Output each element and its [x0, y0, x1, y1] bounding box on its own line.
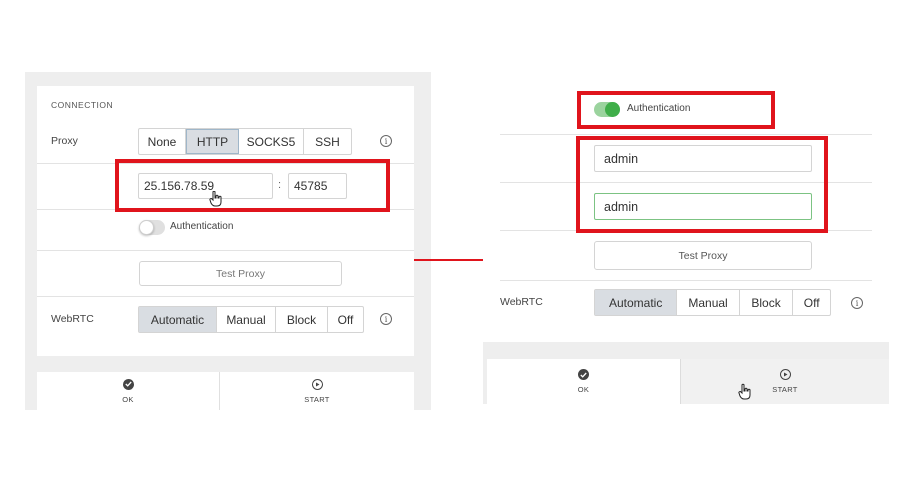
- proxy-option-ssh[interactable]: SSH: [304, 129, 351, 154]
- start-label: START: [304, 394, 330, 404]
- play-circle-icon: [779, 369, 791, 380]
- highlight-credentials: [576, 136, 828, 233]
- play-circle-icon: [311, 378, 323, 390]
- authentication-label: Authentication: [170, 221, 234, 232]
- toggle-knob: [139, 220, 154, 235]
- divider: [500, 280, 872, 281]
- ok-button[interactable]: OK: [37, 372, 220, 410]
- webrtc-option-manual[interactable]: Manual: [217, 307, 276, 332]
- authentication-toggle[interactable]: [139, 220, 165, 235]
- webrtc-info-icon[interactable]: i: [851, 297, 863, 309]
- start-button[interactable]: START: [680, 359, 889, 404]
- ok-label: OK: [577, 385, 590, 394]
- check-circle-icon: [578, 369, 589, 380]
- proxy-label: Proxy: [51, 135, 78, 147]
- right-action-bar: OK START: [487, 359, 889, 404]
- webrtc-label: WebRTC: [51, 313, 94, 325]
- test-proxy-button[interactable]: Test Proxy: [594, 241, 812, 270]
- webrtc-label: WebRTC: [500, 296, 543, 308]
- proxy-type-selector: None HTTP SOCKS5 SSH: [138, 128, 352, 155]
- section-title: CONNECTION: [51, 100, 114, 110]
- start-button[interactable]: START: [220, 372, 414, 410]
- left-connection-card: CONNECTION Proxy None HTTP SOCKS5 SSH i …: [37, 86, 414, 356]
- hand-pointer-icon: [738, 383, 751, 400]
- test-proxy-button[interactable]: Test Proxy: [139, 261, 342, 286]
- proxy-option-none[interactable]: None: [139, 129, 186, 154]
- start-label: START: [772, 385, 798, 394]
- ok-button[interactable]: OK: [487, 359, 680, 404]
- ok-label: OK: [122, 394, 134, 404]
- webrtc-option-automatic[interactable]: Automatic: [595, 290, 678, 315]
- divider: [37, 296, 414, 297]
- divider: [37, 250, 414, 251]
- webrtc-option-block[interactable]: Block: [276, 307, 328, 332]
- proxy-option-http[interactable]: HTTP: [186, 129, 239, 154]
- proxy-info-icon[interactable]: i: [380, 135, 392, 147]
- highlight-authentication-toggle: [577, 91, 775, 129]
- check-circle-icon: [122, 378, 134, 390]
- webrtc-info-icon[interactable]: i: [380, 313, 392, 325]
- left-action-bar: OK START: [37, 372, 414, 410]
- webrtc-mode-selector: Automatic Manual Block Off: [594, 289, 831, 316]
- webrtc-option-off[interactable]: Off: [793, 290, 830, 315]
- webrtc-mode-selector: Automatic Manual Block Off: [138, 306, 364, 333]
- proxy-option-socks5[interactable]: SOCKS5: [239, 129, 304, 154]
- webrtc-option-block[interactable]: Block: [740, 290, 794, 315]
- webrtc-option-off[interactable]: Off: [328, 307, 363, 332]
- webrtc-option-manual[interactable]: Manual: [677, 290, 740, 315]
- divider: [500, 134, 872, 135]
- webrtc-option-automatic[interactable]: Automatic: [139, 307, 217, 332]
- highlight-proxy-address: [115, 159, 390, 212]
- hand-pointer-icon: [209, 191, 222, 207]
